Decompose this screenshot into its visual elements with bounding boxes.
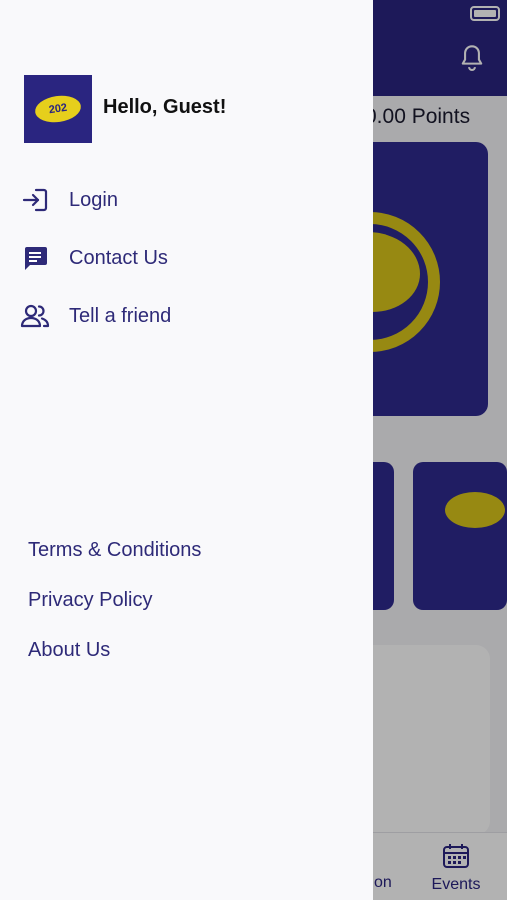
login-icon [20, 185, 50, 215]
menu-item-login[interactable]: Login [20, 182, 118, 218]
greeting-text: Hello, Guest! [103, 96, 227, 118]
menu-item-label: Contact Us [69, 246, 168, 269]
menu-item-label: Login [69, 188, 118, 211]
privacy-policy-link[interactable]: Privacy Policy [28, 589, 152, 612]
people-icon [20, 301, 50, 331]
about-us-link[interactable]: About Us [28, 639, 110, 662]
chat-icon [20, 243, 50, 273]
menu-item-label: Tell a friend [69, 304, 172, 327]
menu-item-tell-a-friend[interactable]: Tell a friend [20, 298, 171, 334]
navigation-drawer: 202 Hello, Guest! Login Contact Us Tell … [0, 0, 373, 900]
avatar: 202 [24, 75, 92, 143]
menu-item-contact-us[interactable]: Contact Us [20, 240, 168, 276]
terms-link[interactable]: Terms & Conditions [28, 539, 201, 562]
brand-logo-text: 202 [48, 101, 68, 117]
brand-logo: 202 [33, 92, 83, 126]
